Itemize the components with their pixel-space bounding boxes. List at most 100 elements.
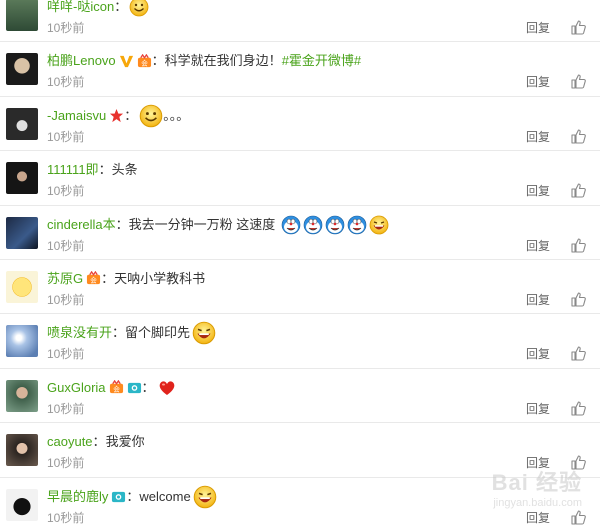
- like-thumb-icon[interactable]: [570, 73, 586, 89]
- laugh-emoji-icon: [369, 215, 389, 235]
- like-thumb-icon[interactable]: [570, 509, 586, 525]
- colon-separator: ：: [98, 162, 112, 178]
- doraemon-emoji-icon: [347, 215, 367, 235]
- avatar[interactable]: [6, 162, 38, 195]
- avatar[interactable]: [6, 53, 38, 86]
- reply-button[interactable]: 回复: [526, 510, 550, 526]
- timestamp[interactable]: 10秒前: [47, 293, 84, 307]
- colon-separator: ：: [112, 325, 126, 341]
- username-link[interactable]: 柏鹏Lenovo: [47, 52, 116, 70]
- colon-separator: ：: [124, 107, 138, 123]
- timestamp[interactable]: 10秒前: [47, 239, 84, 253]
- username-link[interactable]: 咩咩-哒icon: [47, 0, 114, 16]
- avatar[interactable]: [6, 488, 38, 521]
- member-badge-icon: [137, 54, 152, 69]
- comment-text: 我爱你: [105, 434, 145, 450]
- reply-button[interactable]: 回复: [526, 455, 550, 471]
- comment-row: 咩咩-哒icon ： 10秒前 回复: [0, 0, 600, 43]
- smile-emoji-icon: [139, 104, 163, 128]
- colon-separator: ：: [115, 216, 129, 232]
- reply-button[interactable]: 回复: [526, 183, 550, 199]
- comment-text: 我去一分钟一万粉 这速度: [128, 216, 276, 232]
- username-link[interactable]: 喷泉没有开: [47, 324, 112, 342]
- like-thumb-icon[interactable]: [570, 19, 586, 35]
- username-link[interactable]: GuxGloria: [47, 379, 106, 397]
- comment-line: 早晨的鹿ly ： welcome: [47, 488, 217, 506]
- comment-row: 111111即 ： 头条 10秒前 回复: [0, 151, 600, 206]
- hashtag-link[interactable]: #霍金开微博#: [282, 52, 361, 70]
- like-thumb-icon[interactable]: [570, 128, 586, 144]
- colon-separator: ：: [126, 488, 140, 504]
- username-link[interactable]: 早晨的鹿ly: [47, 488, 108, 506]
- comment-text: 。。。: [163, 107, 190, 123]
- colon-separator: ：: [151, 53, 165, 69]
- comment-row: 柏鹏Lenovo ： 科学就在我们身边！ #霍金开微博# 10秒前 回复: [0, 42, 600, 97]
- like-thumb-icon[interactable]: [570, 454, 586, 470]
- doraemon-emoji-icon: [325, 215, 345, 235]
- reply-button[interactable]: 回复: [526, 74, 550, 90]
- comment-line: 苏原G ： 天呐小学教科书: [47, 270, 205, 288]
- laugh-emoji-icon: [192, 321, 216, 345]
- verified-v-icon: [119, 54, 134, 69]
- reply-button[interactable]: 回复: [526, 129, 550, 145]
- comment-line: GuxGloria ：: [47, 379, 177, 397]
- username-link[interactable]: 111111即: [47, 161, 99, 179]
- reply-button[interactable]: 回复: [526, 20, 550, 36]
- avatar[interactable]: [6, 0, 38, 31]
- comment-row: GuxGloria ： 10秒前 回复: [0, 369, 600, 424]
- timestamp[interactable]: 10秒前: [47, 347, 84, 361]
- comment-text: 留个脚印先: [125, 325, 191, 341]
- timestamp[interactable]: 10秒前: [47, 511, 84, 525]
- comment-line: cinderella本 ： 我去一分钟一万粉 这速度: [47, 216, 389, 234]
- reply-button[interactable]: 回复: [526, 292, 550, 308]
- colon-separator: ：: [101, 270, 115, 286]
- avatar[interactable]: [6, 379, 38, 412]
- colon-separator: ：: [141, 379, 155, 395]
- comment-text: welcome: [139, 488, 191, 504]
- username-link[interactable]: -Jamaisvu: [47, 107, 106, 125]
- comment-row: cinderella本 ： 我去一分钟一万粉 这速度 10秒前 回复: [0, 206, 600, 260]
- comment-text: 天呐小学教科书: [114, 270, 206, 286]
- like-thumb-icon[interactable]: [570, 400, 586, 416]
- reply-button[interactable]: 回复: [526, 401, 550, 417]
- doraemon-emoji-icon: [303, 215, 323, 235]
- smile-emoji-icon: [129, 0, 149, 17]
- reply-button[interactable]: 回复: [526, 346, 550, 362]
- star-badge-icon: [109, 108, 124, 123]
- username-link[interactable]: 苏原G: [47, 270, 83, 288]
- avatar[interactable]: [6, 270, 38, 303]
- avatar[interactable]: [6, 107, 38, 140]
- laugh-emoji-icon: [193, 485, 217, 509]
- comment-row: 喷泉没有开 ： 留个脚印先 10秒前 回复: [0, 314, 600, 369]
- timestamp[interactable]: 10秒前: [47, 184, 84, 198]
- timestamp[interactable]: 10秒前: [47, 21, 84, 35]
- comment-list: 咩咩-哒icon ： 10秒前 回复 柏鹏Lenovo ： 科学就在我们身边！ …: [0, 0, 600, 532]
- colon-separator: ：: [92, 434, 106, 450]
- camera-badge-icon: [127, 380, 142, 395]
- comment-row: -Jamaisvu ： 。。。 10秒前 回复: [0, 97, 600, 152]
- comment-line: -Jamaisvu ： 。。。: [47, 107, 189, 125]
- avatar[interactable]: [6, 216, 38, 249]
- timestamp[interactable]: 10秒前: [47, 130, 84, 144]
- like-thumb-icon[interactable]: [570, 345, 586, 361]
- timestamp[interactable]: 10秒前: [47, 456, 84, 470]
- reply-button[interactable]: 回复: [526, 238, 550, 254]
- avatar[interactable]: [6, 434, 38, 467]
- timestamp[interactable]: 10秒前: [47, 402, 84, 416]
- username-link[interactable]: cinderella本: [47, 216, 116, 234]
- comment-line: 喷泉没有开 ： 留个脚印先: [47, 324, 216, 342]
- like-thumb-icon[interactable]: [570, 237, 586, 253]
- avatar[interactable]: [6, 325, 38, 358]
- heart-emoji-icon: [157, 378, 177, 398]
- comment-line: 111111即 ： 头条: [47, 161, 138, 179]
- comment-line: 咩咩-哒icon ：: [47, 0, 149, 16]
- colon-separator: ：: [114, 0, 128, 14]
- username-link[interactable]: caoyute: [47, 433, 93, 451]
- comment-row: 早晨的鹿ly ： welcome 10秒前 回复: [0, 478, 600, 532]
- like-thumb-icon[interactable]: [570, 182, 586, 198]
- comment-text: 科学就在我们身边！: [164, 53, 282, 69]
- comment-line: caoyute ： 我爱你: [47, 433, 145, 451]
- member-badge-icon: [86, 271, 101, 286]
- like-thumb-icon[interactable]: [570, 291, 586, 307]
- timestamp[interactable]: 10秒前: [47, 75, 84, 89]
